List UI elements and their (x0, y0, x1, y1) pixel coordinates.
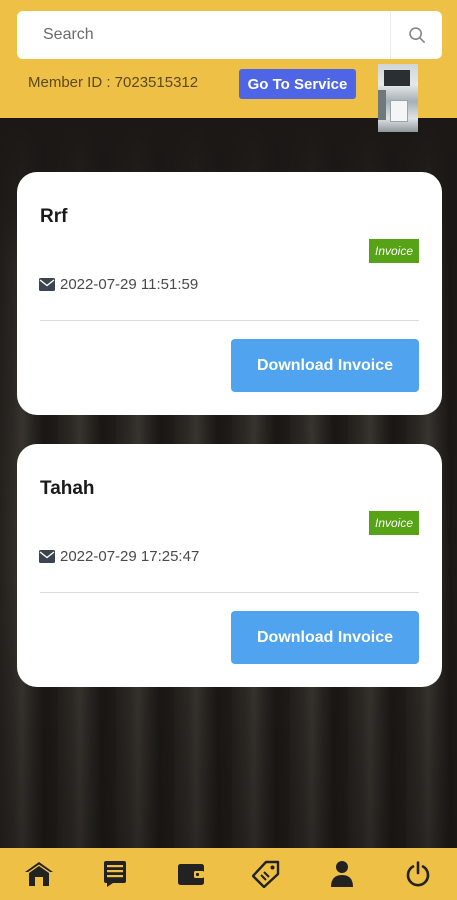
date-row: 2022-07-29 17:25:47 (39, 548, 199, 565)
envelope-icon (39, 278, 55, 291)
card-title: Rrf (40, 206, 68, 227)
search-input[interactable] (17, 11, 387, 59)
home-icon (25, 862, 53, 886)
nav-wallet[interactable] (174, 857, 208, 891)
nav-home[interactable] (22, 857, 56, 891)
list-icon (103, 861, 126, 887)
envelope-icon (39, 550, 55, 563)
nav-logout[interactable] (401, 857, 435, 891)
download-invoice-button[interactable]: Download Invoice (231, 339, 419, 392)
wallet-icon (177, 864, 204, 885)
search-bar (17, 11, 442, 59)
invoice-card: Tahah Invoice 2022-07-29 17:25:47 Downlo… (17, 444, 442, 687)
invoice-badge: Invoice (369, 239, 419, 263)
card-datetime: 2022-07-29 17:25:47 (60, 548, 200, 565)
power-icon (406, 861, 430, 887)
divider (40, 592, 419, 593)
avatar[interactable] (378, 64, 418, 132)
card-title: Tahah (40, 478, 95, 499)
bottom-nav (0, 848, 457, 900)
header: Member ID : 7023515312 Go To Service (0, 0, 457, 132)
member-id: Member ID : 7023515312 (28, 74, 199, 91)
invoice-badge: Invoice (369, 511, 419, 535)
invoice-card: Rrf Invoice 2022-07-29 11:51:59 Download… (17, 172, 442, 415)
user-icon (331, 861, 354, 887)
go-to-service-button[interactable]: Go To Service (239, 69, 356, 99)
nav-profile[interactable] (325, 857, 359, 891)
divider (40, 320, 419, 321)
search-icon (408, 27, 425, 44)
card-datetime: 2022-07-29 11:51:59 (60, 276, 199, 293)
nav-list[interactable] (98, 857, 132, 891)
tag-icon (252, 860, 280, 888)
search-button[interactable] (390, 11, 442, 59)
date-row: 2022-07-29 11:51:59 (39, 276, 198, 293)
nav-tag[interactable] (249, 857, 283, 891)
download-invoice-button[interactable]: Download Invoice (231, 611, 419, 664)
